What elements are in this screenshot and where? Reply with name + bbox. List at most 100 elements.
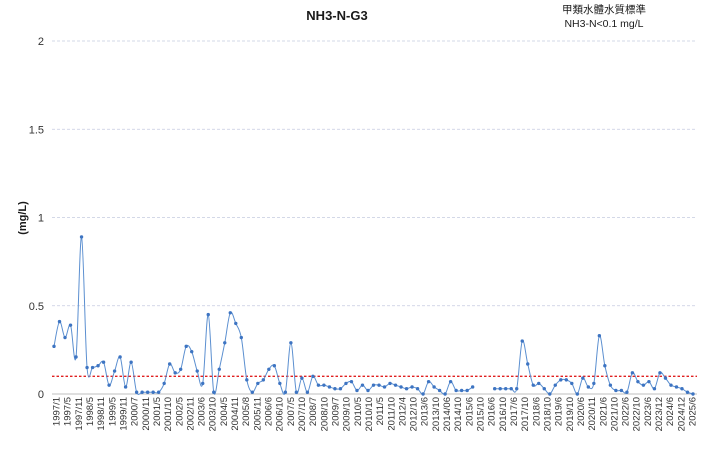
data-point xyxy=(586,385,591,389)
data-point xyxy=(190,349,194,354)
data-point xyxy=(399,385,403,389)
data-point xyxy=(201,381,205,386)
data-point xyxy=(145,390,150,394)
data-point xyxy=(316,383,321,387)
x-tick-label: 2022/10 xyxy=(632,397,643,431)
data-point xyxy=(548,392,552,396)
x-tick-label: 2004/5 xyxy=(219,397,230,426)
data-point xyxy=(305,390,310,394)
data-point xyxy=(492,387,497,391)
data-point xyxy=(360,383,365,387)
data-point xyxy=(300,376,304,380)
data-point xyxy=(63,335,67,340)
x-tick-label: 2012/4 xyxy=(397,397,408,426)
data-point xyxy=(647,379,651,384)
x-tick-label: 1997/5 xyxy=(63,397,74,426)
data-point xyxy=(630,371,635,375)
data-point xyxy=(680,387,684,391)
data-point xyxy=(685,390,690,394)
x-tick-label: 2005/11 xyxy=(252,397,263,431)
data-point xyxy=(162,381,166,386)
data-point xyxy=(421,392,425,396)
data-point xyxy=(619,388,624,393)
data-point xyxy=(239,335,243,340)
data-point xyxy=(57,319,62,324)
data-point xyxy=(625,390,629,394)
x-tick-label: 1999/5 xyxy=(107,397,118,426)
data-point xyxy=(101,360,106,364)
data-point xyxy=(118,355,122,359)
data-point xyxy=(79,235,84,239)
x-tick-label: 2000/11 xyxy=(141,397,152,431)
x-tick-label: 2008/7 xyxy=(308,397,319,426)
data-point xyxy=(652,387,657,391)
data-point xyxy=(261,378,266,382)
x-tick-label: 2015/10 xyxy=(476,397,487,431)
x-tick-label: 1997/1 xyxy=(52,397,63,426)
data-point xyxy=(669,383,673,387)
x-tick-label: 2018/6 xyxy=(531,397,542,426)
data-point xyxy=(140,390,144,394)
data-point xyxy=(85,365,89,370)
standard-annotation-line-2: NH3-N<0.1 mg/L xyxy=(564,18,643,30)
y-tick-label: 1.5 xyxy=(29,124,44,136)
x-tick-label: 2009/7 xyxy=(330,397,341,426)
x-tick-label: 2024/6 xyxy=(665,397,676,426)
data-point xyxy=(289,341,293,345)
data-point xyxy=(184,344,188,349)
data-point xyxy=(294,390,299,394)
data-point xyxy=(366,388,370,393)
y-tick-label: 0 xyxy=(38,389,44,401)
data-point xyxy=(581,376,585,380)
x-tick-label: 2004/11 xyxy=(230,397,241,431)
data-point xyxy=(388,381,392,386)
data-point xyxy=(570,381,574,386)
data-point xyxy=(68,323,73,327)
data-point xyxy=(90,365,95,370)
x-tick-label: 2010/10 xyxy=(364,397,375,431)
data-point xyxy=(443,392,447,396)
x-tick-label: 2021/10 xyxy=(609,397,620,431)
data-point xyxy=(156,390,161,394)
data-point xyxy=(234,321,238,326)
data-point xyxy=(338,387,343,391)
data-point xyxy=(564,378,568,382)
x-tick-label: 2014/10 xyxy=(453,397,464,431)
x-tick-label: 1998/5 xyxy=(85,397,96,426)
x-tick-label: 2013/6 xyxy=(420,397,431,426)
x-axis-ticks: 1997/1 1997/5 1997/11 1998/5 1998/11 1999/5 19… xyxy=(52,397,699,431)
data-point xyxy=(327,385,332,389)
x-tick-label: 2007/10 xyxy=(297,397,308,431)
x-tick-label: 2016/6 xyxy=(487,397,498,426)
data-point xyxy=(526,362,530,366)
x-tick-label: 2000/7 xyxy=(130,397,141,426)
data-point xyxy=(415,387,420,391)
data-point xyxy=(278,381,282,386)
data-point xyxy=(311,374,315,379)
data-point xyxy=(663,376,668,380)
x-tick-label: 2016/10 xyxy=(498,397,509,431)
data-point xyxy=(641,383,646,387)
data-point xyxy=(691,392,695,396)
data-point xyxy=(542,387,546,391)
x-tick-label: 2014/06 xyxy=(442,397,453,431)
data-point xyxy=(531,383,535,387)
data-point xyxy=(333,387,337,391)
data-point xyxy=(96,364,100,368)
data-point xyxy=(179,367,183,371)
y-tick-label: 0.5 xyxy=(29,301,44,313)
data-point xyxy=(437,388,442,393)
data-point xyxy=(448,379,453,384)
x-tick-label: 2019/6 xyxy=(554,397,565,426)
data-point xyxy=(217,367,221,371)
data-point xyxy=(393,383,398,387)
data-point xyxy=(377,383,381,387)
data-point xyxy=(112,369,117,373)
data-point xyxy=(603,364,607,368)
data-point xyxy=(382,385,387,389)
data-point xyxy=(173,371,177,375)
standard-annotation-line-1: 甲類水體水質標準 xyxy=(562,3,646,16)
data-point xyxy=(52,344,56,349)
x-tick-label: 1997/11 xyxy=(74,397,85,431)
x-tick-label: 1999/11 xyxy=(118,397,129,431)
